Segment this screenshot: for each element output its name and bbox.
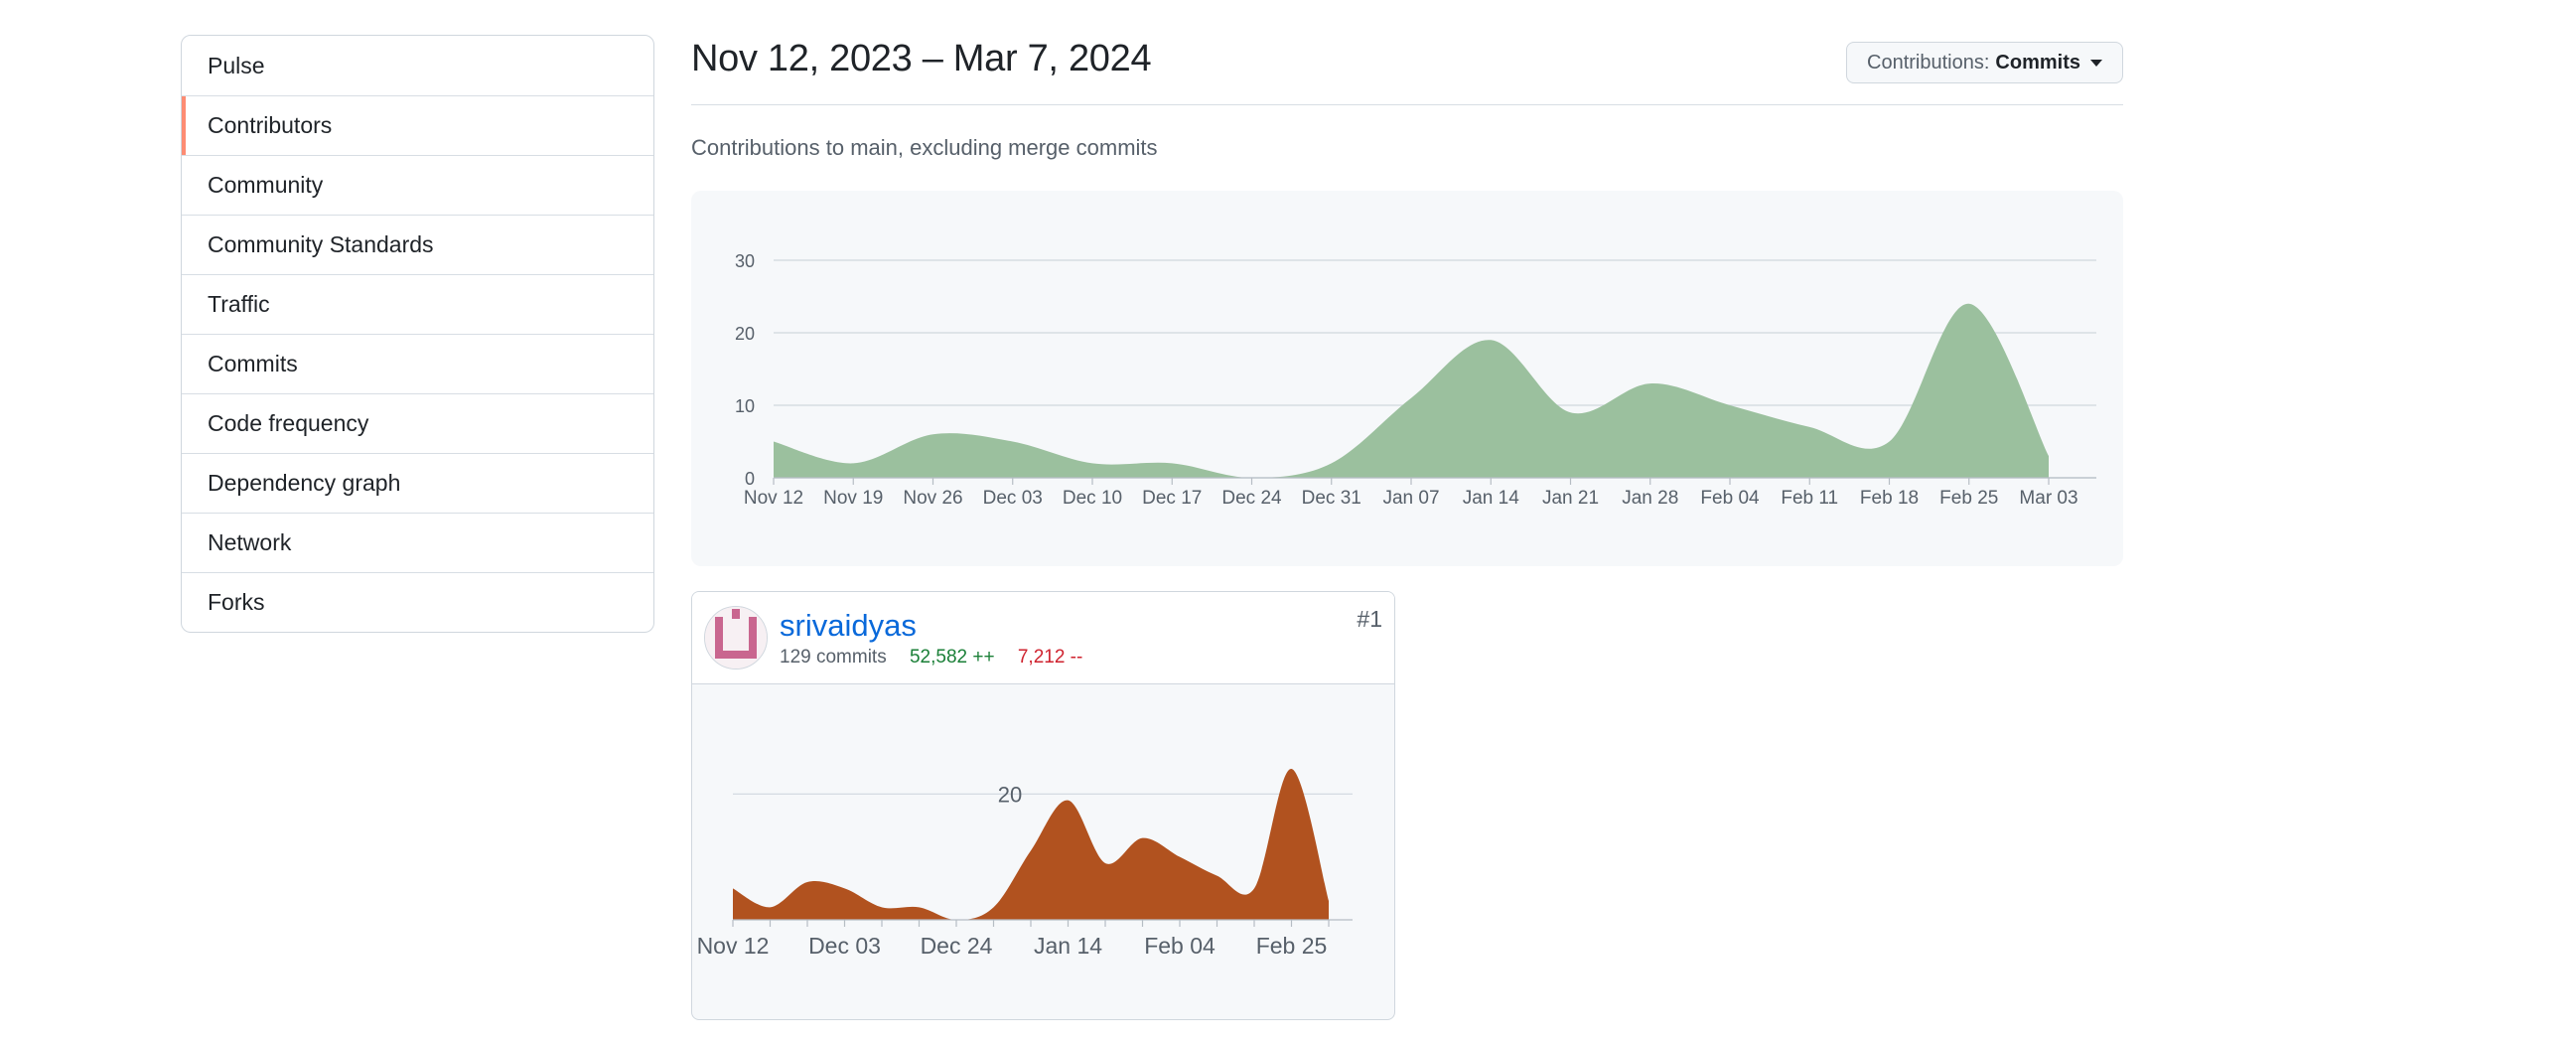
- x-tick-label: Jan 21: [1542, 488, 1599, 509]
- sidebar-item-network[interactable]: Network: [182, 513, 653, 572]
- x-tick-label: Nov 19: [823, 488, 883, 509]
- chart-subtitle: Contributions to main, excluding merge c…: [691, 135, 1158, 160]
- x-tick-label: Dec 03: [808, 933, 881, 959]
- x-tick-label: Feb 04: [1144, 933, 1216, 959]
- sidebar-item-community-standards[interactable]: Community Standards: [182, 215, 653, 274]
- contributor-stats: 129 commits 52,582 ++ 7,212 --: [780, 647, 1082, 669]
- x-tick-label: Dec 24: [1221, 488, 1282, 509]
- series-area: [774, 303, 2049, 478]
- x-tick-label: Dec 03: [983, 488, 1043, 509]
- sidebar-item-dependency-graph[interactable]: Dependency graph: [182, 453, 653, 513]
- sidebar-item-code-frequency[interactable]: Code frequency: [182, 393, 653, 453]
- header-divider: [691, 104, 2123, 105]
- y-tick-label: 20: [735, 324, 755, 344]
- x-tick-label: Dec 24: [921, 933, 993, 959]
- contributor-username-link[interactable]: srivaidyas: [780, 608, 917, 644]
- contributions-area-chart[interactable]: 0 10 20 30 Nov 12 Nov 19 Nov 26 Dec 03 Dec 10 Dec…: [691, 191, 2123, 566]
- sidebar-nav: Pulse Contributors Community Community Stan…: [181, 35, 654, 633]
- x-tick-label: Feb 11: [1781, 488, 1838, 509]
- contributor-chart[interactable]: 20 Nov 12 Dec 03 Dec 24 Jan 14 Feb 04 Feb 25: [692, 684, 1394, 1019]
- contributions-chart[interactable]: 0 10 20 30 Nov 12 Nov 19 Nov 26 Dec 03 Dec 10 Dec…: [691, 191, 2123, 566]
- commit-count-link[interactable]: 129 commits: [780, 647, 887, 668]
- series-area: [733, 768, 1329, 920]
- sidebar-item-contributors[interactable]: Contributors: [182, 95, 653, 155]
- additions-count: 52,582 ++: [909, 647, 995, 668]
- y-tick-label: 0: [745, 469, 755, 489]
- x-tick-label: Feb 18: [1860, 488, 1919, 509]
- y-tick-label: 30: [735, 251, 755, 271]
- x-tick-label: Jan 14: [1463, 488, 1519, 509]
- identicon-icon: [705, 607, 767, 669]
- x-tick-label: Mar 03: [2019, 488, 2077, 509]
- contributions-dropdown-button[interactable]: Contributions: Commits: [1846, 42, 2123, 83]
- contributor-card: srivaidyas 129 commits 52,582 ++ 7,212 -…: [691, 591, 1395, 1020]
- sidebar-item-traffic[interactable]: Traffic: [182, 274, 653, 334]
- dropdown-prefix: Contributions:: [1867, 51, 1990, 74]
- x-tick-label: Feb 04: [1700, 488, 1760, 509]
- x-tick-label: Nov 26: [903, 488, 962, 509]
- y-tick-label: 20: [998, 782, 1022, 807]
- deletions-count: 7,212 --: [1017, 647, 1083, 668]
- y-tick-label: 10: [735, 396, 755, 416]
- x-tick-label: Jan 14: [1034, 933, 1102, 959]
- sidebar-item-community[interactable]: Community: [182, 155, 653, 215]
- sidebar-item-pulse[interactable]: Pulse: [182, 36, 653, 95]
- sidebar-item-forks[interactable]: Forks: [182, 572, 653, 632]
- caret-down-icon: [2090, 59, 2102, 67]
- x-tick-label: Jan 28: [1622, 488, 1678, 509]
- dropdown-value: Commits: [1995, 51, 2080, 74]
- x-tick-label: Dec 10: [1063, 488, 1122, 509]
- sidebar-item-commits[interactable]: Commits: [182, 334, 653, 393]
- x-tick-label: Dec 31: [1302, 488, 1361, 509]
- page-title: Nov 12, 2023 – Mar 7, 2024: [691, 38, 1152, 79]
- contributor-rank: #1: [1357, 606, 1382, 632]
- contributor-area-chart[interactable]: 20 Nov 12 Dec 03 Dec 24 Jan 14 Feb 04 Feb 25: [692, 684, 1394, 1019]
- x-tick-label: Jan 07: [1382, 488, 1439, 509]
- x-tick-label: Feb 25: [1939, 488, 1998, 509]
- x-tick-label: Dec 17: [1142, 488, 1202, 509]
- contributor-card-header: srivaidyas 129 commits 52,582 ++ 7,212 -…: [692, 592, 1394, 684]
- x-tick-label: Feb 25: [1256, 933, 1328, 959]
- x-tick-label: Nov 12: [697, 933, 770, 959]
- avatar[interactable]: [704, 606, 768, 670]
- x-tick-label: Nov 12: [744, 488, 803, 509]
